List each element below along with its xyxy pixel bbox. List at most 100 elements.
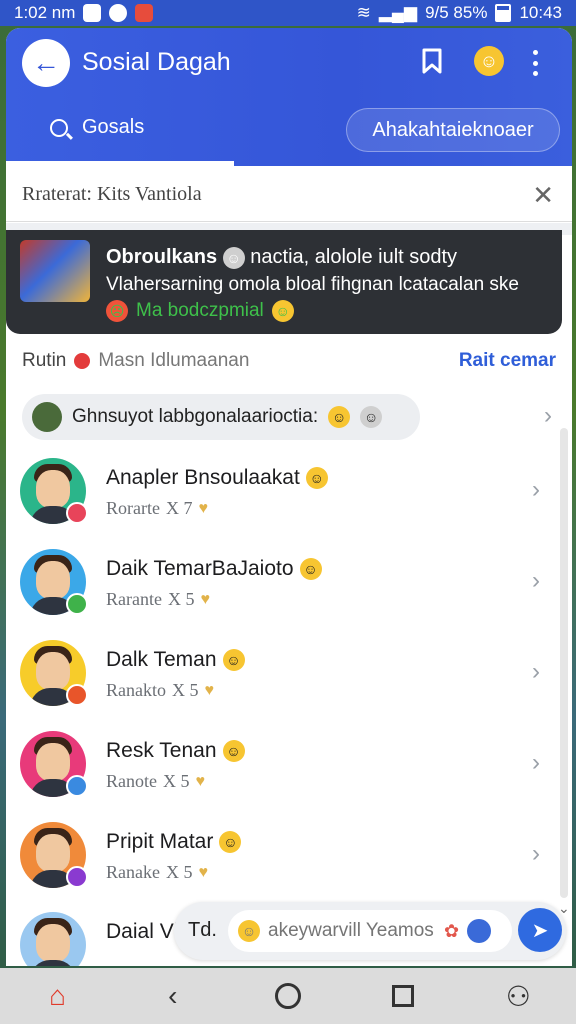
signal-icon: ▂▄▆ (378, 3, 418, 22)
face-emoji-icon: ☺ (222, 246, 245, 269)
friend-name-text: Dalk Teman (106, 648, 217, 671)
person-emoji-icon: ☺ (360, 406, 383, 428)
app-header: ← Sosial Dagah ☺ Gosals Ahakahtaieknoaer (6, 28, 572, 166)
heart-icon: ♥ (198, 863, 208, 881)
alert-icon (74, 353, 91, 369)
heart-icon: ♥ (204, 681, 215, 699)
group-chip[interactable]: Ghnsuyot labbgonalaarioctia: ☺ ☺ (22, 394, 420, 440)
close-icon[interactable]: ✕ (532, 180, 554, 211)
friend-meta-word: Ranake (106, 862, 160, 882)
friend-meta-count: X 5 (172, 680, 199, 700)
friend-meta-count: X 7 (165, 498, 193, 518)
friend-name-text: Anapler Bnsoulaakat (106, 466, 300, 489)
app-window: ← Sosial Dagah ☺ Gosals Ahakahtaieknoaer… (6, 28, 572, 966)
chevron-right-icon[interactable]: › (532, 749, 540, 777)
emoji-icon: ☺ (299, 558, 322, 580)
back-button[interactable]: ← (22, 39, 70, 87)
message-input[interactable] (268, 920, 436, 942)
battery-icon (495, 4, 512, 22)
status-badge (66, 866, 88, 888)
friend-meta: Ranake X 5 ♥ (106, 862, 208, 883)
wifi-icon: ≋ (356, 3, 371, 22)
back-nav-icon[interactable]: ‹ (153, 976, 193, 1016)
heart-icon: ♥ (195, 772, 206, 790)
status-badge (66, 684, 88, 706)
more-options-icon[interactable] (532, 50, 538, 76)
section-subtitle: Masn Idlumaanan (98, 350, 250, 371)
list-item[interactable]: Dalk Teman ☺ Ranakto X 5 ♥ › (20, 640, 560, 724)
home-circle-button[interactable] (268, 976, 308, 1016)
tab-indicator (6, 161, 234, 166)
section-header: Rutin Masn Idlumaanan Rait cemar (22, 350, 556, 372)
friend-meta: Rarante X 5 ♥ (106, 589, 210, 610)
thinking-emoji-icon: ☺ (271, 300, 294, 322)
profile-icon[interactable]: ⚇ (498, 976, 538, 1016)
header-pill-button[interactable]: Ahakahtaieknoaer (346, 108, 560, 152)
avatar (20, 912, 86, 966)
filter-label: Rraterat: (22, 183, 92, 205)
friend-name-text: Pripit Matar (106, 830, 214, 853)
friend-name: Resk Tenan ☺ (106, 739, 245, 763)
friend-meta-word: Rarante (106, 589, 162, 609)
see-all-link[interactable]: Rait cemar (459, 350, 556, 372)
app-icon (109, 4, 128, 22)
friend-meta-count: X 5 (165, 862, 193, 882)
friend-meta-count: X 5 (167, 589, 195, 609)
tab-search-label: Gosals (82, 116, 145, 138)
message-field[interactable]: ☺ ✿ (228, 910, 512, 952)
group-avatar (32, 402, 62, 432)
emoji-icon: ☺ (222, 649, 245, 671)
emoji-icon: ☺ (222, 740, 245, 762)
page-title: Sosial Dagah (82, 48, 231, 76)
bookmark-icon[interactable] (422, 48, 442, 74)
flower-icon[interactable]: ✿ (444, 921, 459, 942)
thinking-emoji-icon: ☺ (328, 406, 351, 428)
group-label: Ghnsuyot labbgonalaarioctia: (72, 406, 319, 427)
scrollbar[interactable] (560, 428, 568, 898)
recents-icon[interactable] (383, 976, 423, 1016)
chevron-right-icon[interactable]: › (532, 567, 540, 595)
filter-row[interactable]: Rraterat: Kits Vantiola ✕ (6, 168, 572, 222)
tab-search[interactable]: Gosals (50, 116, 144, 139)
chevron-right-icon[interactable]: › (532, 658, 540, 686)
notification-card[interactable]: Obroulkans ☺ nactia, alolole iult sodty … (6, 230, 562, 334)
friend-meta-count: X 5 (163, 771, 190, 791)
chevron-right-icon[interactable]: › (532, 476, 540, 504)
shield-icon[interactable] (467, 919, 492, 943)
friend-meta-word: Rorarte (106, 498, 160, 518)
friend-name-text: Daik TemarBaJaioto (106, 557, 294, 580)
friend-name: Anapler Bnsoulaakat ☺ (106, 466, 328, 490)
list-item[interactable]: Resk Tenan ☺ Ranote X 5 ♥ › (20, 731, 560, 815)
notification-icon (83, 4, 102, 22)
friend-name: Dalk Teman ☺ (106, 648, 245, 672)
status-badge (66, 775, 88, 797)
list-item[interactable]: Anapler Bnsoulaakat ☺ Rorarte X 7 ♥ › (20, 458, 560, 542)
home-icon[interactable]: ⌂ (38, 976, 78, 1016)
friend-name: Daial Vl (106, 920, 179, 943)
emoji-icon[interactable]: ☺ (474, 46, 504, 76)
friend-name: Pripit Matar ☺ (106, 830, 242, 854)
section-title: Rutin (22, 350, 67, 371)
friend-meta: Ranakto X 5 ♥ (106, 680, 214, 701)
filter-value: Kits Vantiola (96, 183, 202, 205)
status-badge (66, 593, 88, 615)
grin-emoji-icon[interactable]: ☺ (238, 920, 260, 942)
notification-text: nactia, alolole iult sodty (250, 246, 458, 268)
notification-title: Obroulkans (106, 246, 218, 268)
emoji-icon: ☺ (219, 831, 242, 853)
chevron-right-icon[interactable]: › (532, 840, 540, 868)
friend-meta-word: Ranote (106, 771, 157, 791)
send-button[interactable]: ➤ (518, 908, 562, 952)
friend-meta: Ranote X 5 ♥ (106, 771, 205, 792)
friend-meta-word: Ranakto (106, 680, 166, 700)
composer-prefix: Td. (188, 919, 217, 941)
arrow-left-icon: ← (32, 47, 60, 78)
list-item[interactable]: Daik TemarBaJaioto ☺ Rarante X 5 ♥ › (20, 549, 560, 633)
list-item[interactable]: Pripit Matar ☺ Ranake X 5 ♥ › (20, 822, 560, 906)
message-composer: Td. ☺ ✿ ➤ (174, 902, 566, 960)
friend-name: Daik TemarBaJaioto ☺ (106, 557, 322, 581)
notification-line-3: ☹ Ma bodczpmial ☺ (106, 300, 294, 322)
notification-status: Ma bodczpmial (136, 300, 264, 321)
gallery-icon (135, 4, 154, 22)
chevron-right-icon[interactable]: › (544, 402, 552, 430)
